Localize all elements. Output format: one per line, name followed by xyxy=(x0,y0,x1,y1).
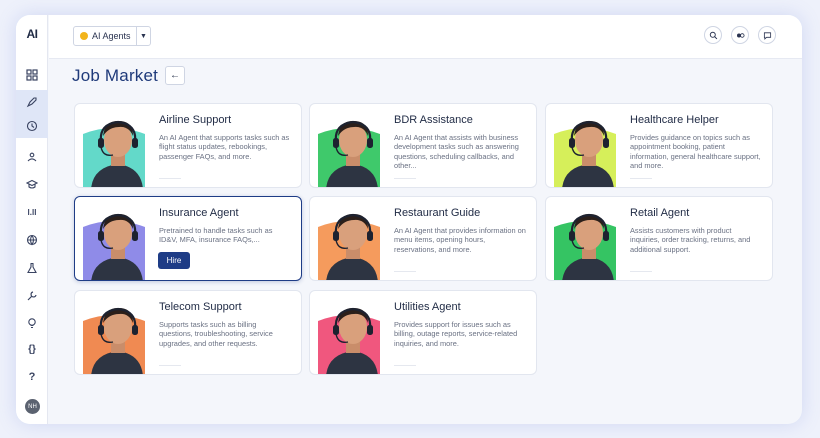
agent-selector-value: AI Agents xyxy=(92,31,131,41)
agent-description: Pretrained to handle tasks such as ID&V,… xyxy=(159,226,273,245)
agent-title: Utilities Agent xyxy=(394,301,461,313)
chat-button[interactable] xyxy=(758,26,776,44)
chat-icon xyxy=(763,31,771,40)
team-icon[interactable] xyxy=(16,145,48,169)
agent-card[interactable]: Restaurant Guide An AI Agent that provid… xyxy=(309,196,537,281)
divider xyxy=(630,271,652,272)
agent-portrait-image xyxy=(318,307,380,374)
help-label: ? xyxy=(28,371,36,383)
agent-title: Healthcare Helper xyxy=(630,114,719,126)
graduation-icon[interactable] xyxy=(16,172,48,196)
agent-card[interactable]: Utilities Agent Provides support for iss… xyxy=(309,290,537,375)
divider xyxy=(394,178,416,179)
code-icon[interactable]: {} xyxy=(16,337,48,361)
agent-title: Telecom Support xyxy=(159,301,242,313)
code-icon-label: {} xyxy=(28,343,36,355)
arrow-left-icon: ← xyxy=(170,70,180,81)
agent-title: Retail Agent xyxy=(630,207,690,219)
agent-portrait-image xyxy=(554,213,616,280)
rocket-icon[interactable] xyxy=(16,90,48,114)
avatar[interactable]: NH xyxy=(25,399,40,414)
agent-title: Airline Support xyxy=(159,114,232,126)
app-logo[interactable]: AI xyxy=(16,27,48,41)
divider xyxy=(394,271,416,272)
divider xyxy=(394,365,416,366)
agent-card[interactable]: Insurance Agent Pretrained to handle tas… xyxy=(74,196,302,281)
agent-card[interactable]: Telecom Support Supports tasks such as b… xyxy=(74,290,302,375)
agent-card[interactable]: Airline Support An AI Agent that support… xyxy=(74,103,302,188)
agent-title: Restaurant Guide xyxy=(394,207,481,219)
agent-description: Assists customers with product inquiries… xyxy=(630,226,751,254)
divider xyxy=(159,365,181,366)
agent-description: Provides guidance on topics such as appo… xyxy=(630,133,761,170)
top-bar: AI Agents ▼ xyxy=(49,15,802,59)
flask-icon[interactable] xyxy=(16,256,48,280)
agent-portrait-image xyxy=(554,120,616,187)
search-icon xyxy=(709,31,717,39)
grid-icon[interactable] xyxy=(16,63,48,87)
toggle-button[interactable] xyxy=(731,26,749,44)
search-button[interactable] xyxy=(704,26,722,44)
app-window: AI l.ll {} ? NH AI Agents ▼ Job Market ←… xyxy=(16,15,802,424)
bulb-icon[interactable] xyxy=(16,311,48,335)
agent-card[interactable]: Retail Agent Assists customers with prod… xyxy=(545,196,773,281)
hire-button[interactable]: Hire xyxy=(158,252,190,269)
agent-title: Insurance Agent xyxy=(159,207,239,219)
agent-card[interactable]: BDR Assistance An AI Agent that assists … xyxy=(309,103,537,188)
agent-portrait-image xyxy=(83,307,145,374)
agent-title: BDR Assistance xyxy=(394,114,473,126)
agent-portrait-image xyxy=(318,213,380,280)
help-icon[interactable]: ? xyxy=(16,365,48,389)
agent-description: An AI Agent that assists with business d… xyxy=(394,133,519,170)
back-button[interactable]: ← xyxy=(165,66,185,85)
chart-icon-label: l.ll xyxy=(27,207,37,217)
history-icon[interactable] xyxy=(16,114,48,138)
chevron-down-icon[interactable]: ▼ xyxy=(136,27,150,45)
agent-selector[interactable]: AI Agents ▼ xyxy=(73,26,151,46)
agent-portrait-image xyxy=(83,213,145,280)
agent-card[interactable]: Healthcare Helper Provides guidance on t… xyxy=(545,103,773,188)
divider xyxy=(159,178,181,179)
agent-portrait-image xyxy=(318,120,380,187)
divider xyxy=(630,178,652,179)
globe-icon[interactable] xyxy=(16,228,48,252)
toggle-icon xyxy=(736,32,745,38)
agent-description: Provides support for issues such as bill… xyxy=(394,320,518,348)
sidebar: AI l.ll {} ? NH xyxy=(16,15,48,424)
wrench-icon[interactable] xyxy=(16,284,48,308)
status-dot-icon xyxy=(80,32,88,40)
chart-icon[interactable]: l.ll xyxy=(16,200,48,224)
agent-portrait-image xyxy=(83,120,145,187)
agent-description: An AI Agent that supports tasks such as … xyxy=(159,133,290,161)
page-title: Job Market xyxy=(72,66,159,85)
agent-description: Supports tasks such as billing questions… xyxy=(159,320,273,348)
agent-description: An AI Agent that provides information on… xyxy=(394,226,526,254)
